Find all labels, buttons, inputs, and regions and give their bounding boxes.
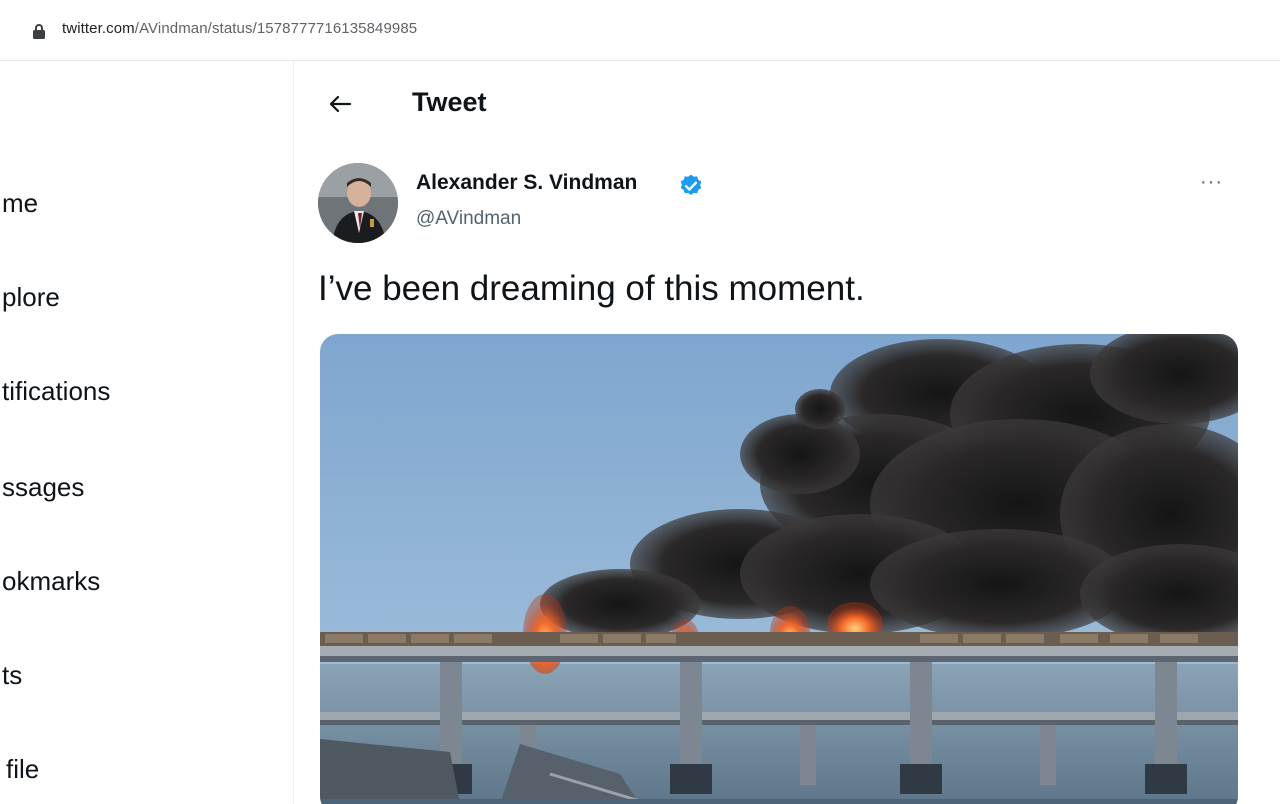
verified-badge-icon [680,174,702,195]
sidebar-item-label: ts [2,659,23,690]
sidebar-item-messages[interactable]: ssages [0,465,120,509]
url-path: /AVindman/status/1578777716135849985 [134,20,418,37]
sidebar-item-notifications[interactable]: tifications [0,369,160,413]
page-title: Tweet [412,87,487,117]
main-column: Tweet Alexander S. Vindman @AVindman ···… [294,61,1280,804]
sidebar-item-home[interactable]: me [0,181,56,225]
back-arrow-icon[interactable] [324,88,356,120]
sidebar-item-lists[interactable]: ts [0,653,40,697]
sidebar-item-label: me [2,187,39,218]
author-handle[interactable]: @AVindman [416,208,521,230]
url-text[interactable]: twitter.com/AVindman/status/157877771613… [62,20,417,37]
avatar[interactable] [318,163,398,243]
sidebar-item-label: tifications [2,375,111,406]
sidebar-item-label: okmarks [2,565,101,596]
tweet-media-image[interactable] [320,334,1238,804]
more-options-button[interactable]: ··· [1200,171,1223,194]
tweet-text: I’ve been dreaming of this moment. [318,269,865,308]
sidebar-item-label: file [6,753,40,784]
avatar-image [318,163,398,243]
sidebar-item-label: ssages [2,471,85,502]
author-display-name[interactable]: Alexander S. Vindman [416,171,637,195]
burning-bridge-photo [320,334,1238,804]
sidebar-item-profile[interactable]: file [0,747,70,791]
sidebar-item-label: plore [2,281,60,312]
url-host: twitter.com [62,20,135,37]
sidebar-item-bookmarks[interactable]: okmarks [0,559,130,603]
browser-address-bar[interactable]: twitter.com/AVindman/status/157877771613… [0,0,1280,61]
lock-icon [33,24,45,39]
sidebar-nav: me plore tifications ssages okmarks ts f… [0,61,294,804]
sidebar-item-explore[interactable]: plore [0,275,80,319]
